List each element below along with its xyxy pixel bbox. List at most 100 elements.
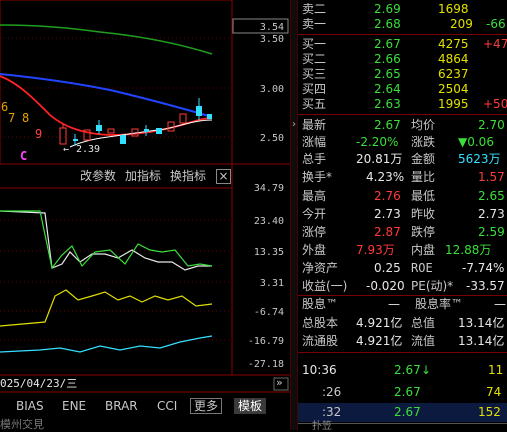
stat-outer: 7.93万 [356,243,395,257]
tick-price: 2.67 [394,385,421,399]
indicator-axis-label: 23.40 [254,216,284,227]
price-axis-label: 3.00 [260,84,284,95]
bid-label: 买一 [302,37,327,51]
cost-badge: C [20,149,27,163]
price-axis-label: 3.50 [260,34,284,45]
tick-price: 2.67 [394,405,421,419]
tick-time: 10:36 [302,363,337,377]
ask-volume: 1698 [438,2,469,16]
marker-seven: 7 [8,111,15,125]
indicator-line-yellow [0,289,213,327]
ma20-line [0,73,213,118]
stat-change: ▼0.06 [458,135,494,149]
stat-label: PE(动)* [411,279,454,293]
bid-price: 2.63 [374,97,401,111]
ask-row[interactable]: 卖二 2.69 1698 [298,2,507,17]
stat-label: 净资产 [302,261,339,275]
switch-indicator-button[interactable]: 换指标 [170,168,206,184]
stat-total-shares: 4.921亿 [356,316,403,330]
price-axis-label: 2.50 [260,133,284,144]
price-axis-label: 3.54 [260,22,284,33]
tick-row[interactable]: 10:36 2.67 ↓ 11 [298,363,507,378]
stat-label: 金额 [411,152,436,166]
stat-label: 均价 [411,118,436,132]
stat-pe: -33.57 [466,279,505,293]
stat-change-pct: -2.20% [356,135,399,149]
bid-price: 2.64 [374,82,401,96]
scroll-end-icon[interactable]: » [276,377,283,389]
panel-splitter[interactable] [290,0,298,430]
bid-volume: 2504 [438,82,469,96]
stat-label: 昨收 [411,207,436,221]
tick-down-arrow-icon: ↓ [421,363,432,377]
marker-eight: 8 [22,111,29,125]
stat-total-value: 13.14亿 [458,316,505,330]
stat-label: 最低 [411,189,436,203]
stat-label: 涨跌 [411,135,436,149]
stat-roe: -7.74% [462,261,505,275]
ask-change: -66 [486,17,506,31]
stat-label: 总手 [302,152,327,166]
tick-footer-label: 扑笠 [312,421,332,432]
bid-label: 买四 [302,82,327,96]
tick-price: 2.67 [394,363,421,377]
stat-latest-price: 2.67 [374,118,401,132]
stat-prev-close: 2.73 [478,207,505,221]
indicator-axis-label: -27.18 [248,359,284,370]
stat-label: 收益(一) [302,279,348,293]
indicator-axis-label: -6.74 [254,307,284,318]
close-icon[interactable]: × [216,169,231,184]
bid-row[interactable]: 买五 2.63 1995 +50 [298,97,507,112]
stat-label: ROE [411,261,433,275]
bid-row[interactable]: 买三 2.65 6237 [298,67,507,82]
add-indicator-button[interactable]: 加指标 [125,168,161,184]
bid-row[interactable]: 买四 2.64 2504 [298,82,507,97]
stat-avg-price: 2.70 [478,118,505,132]
modify-params-button[interactable]: 改参数 [80,168,116,184]
bottom-partial-label: 模州交見 [0,418,44,431]
low-arrow-icon: ← [63,144,69,155]
stat-amount: 5623万 [458,152,501,166]
tab-cci[interactable]: CCI [157,398,177,414]
bid-volume: 4275 [438,37,469,51]
bid-volume: 4864 [438,52,469,66]
chart-area[interactable]: 3.54 3.50 3.00 2.50 6 7 8 9 C ← 2.39 34.… [0,0,290,430]
bid-volume: 6237 [438,67,469,81]
tab-bias[interactable]: BIAS [16,398,44,414]
stat-label: 流通股 [302,334,339,348]
stat-dividend: — [388,297,400,311]
stat-label: 最高 [302,189,327,203]
bid-row[interactable]: 买二 2.66 4864 [298,52,507,67]
tab-ene[interactable]: ENE [62,398,86,414]
bid-row[interactable]: 买一 2.67 4275 +47 [298,37,507,52]
ask-volume: 209 [450,17,473,31]
low-price-label: 2.39 [76,144,100,155]
stat-label: 涨幅 [302,135,327,149]
ma10-line [0,75,213,136]
indicator-axis-label: -16.79 [248,336,284,347]
stat-limit-up: 2.87 [374,225,401,239]
bid-label: 买五 [302,97,327,111]
stat-label: 跌停 [411,225,436,239]
tick-row[interactable]: :32 2.67 152 [298,405,507,420]
stat-float-shares: 4.921亿 [356,334,403,348]
stat-label: 换手* [302,170,333,184]
template-button[interactable]: 模板 [234,398,267,414]
tick-time: :26 [322,385,342,399]
stat-label: 流值 [411,334,436,348]
quote-panel: 卖二 2.69 1698 卖一 2.68 209 -66 买一 2.67 427… [298,0,507,432]
bid-price: 2.65 [374,67,401,81]
tick-row[interactable]: :26 2.67 74 [298,385,507,400]
bid-volume: 1995 [438,97,469,111]
stat-high: 2.76 [374,189,401,203]
ask-label: 卖一 [302,17,327,31]
more-tabs-button[interactable]: 更多 [190,398,223,414]
tab-brar[interactable]: BRAR [105,398,138,414]
collapse-arrow-icon[interactable]: › [290,118,298,132]
stat-label: 总值 [411,316,436,330]
stat-eps: -0.020 [366,279,405,293]
ask-row[interactable]: 卖一 2.68 209 -66 [298,17,507,32]
stat-label: 股息™ [302,297,339,311]
tick-time: :32 [322,405,342,419]
tick-volume: 11 [488,363,504,377]
